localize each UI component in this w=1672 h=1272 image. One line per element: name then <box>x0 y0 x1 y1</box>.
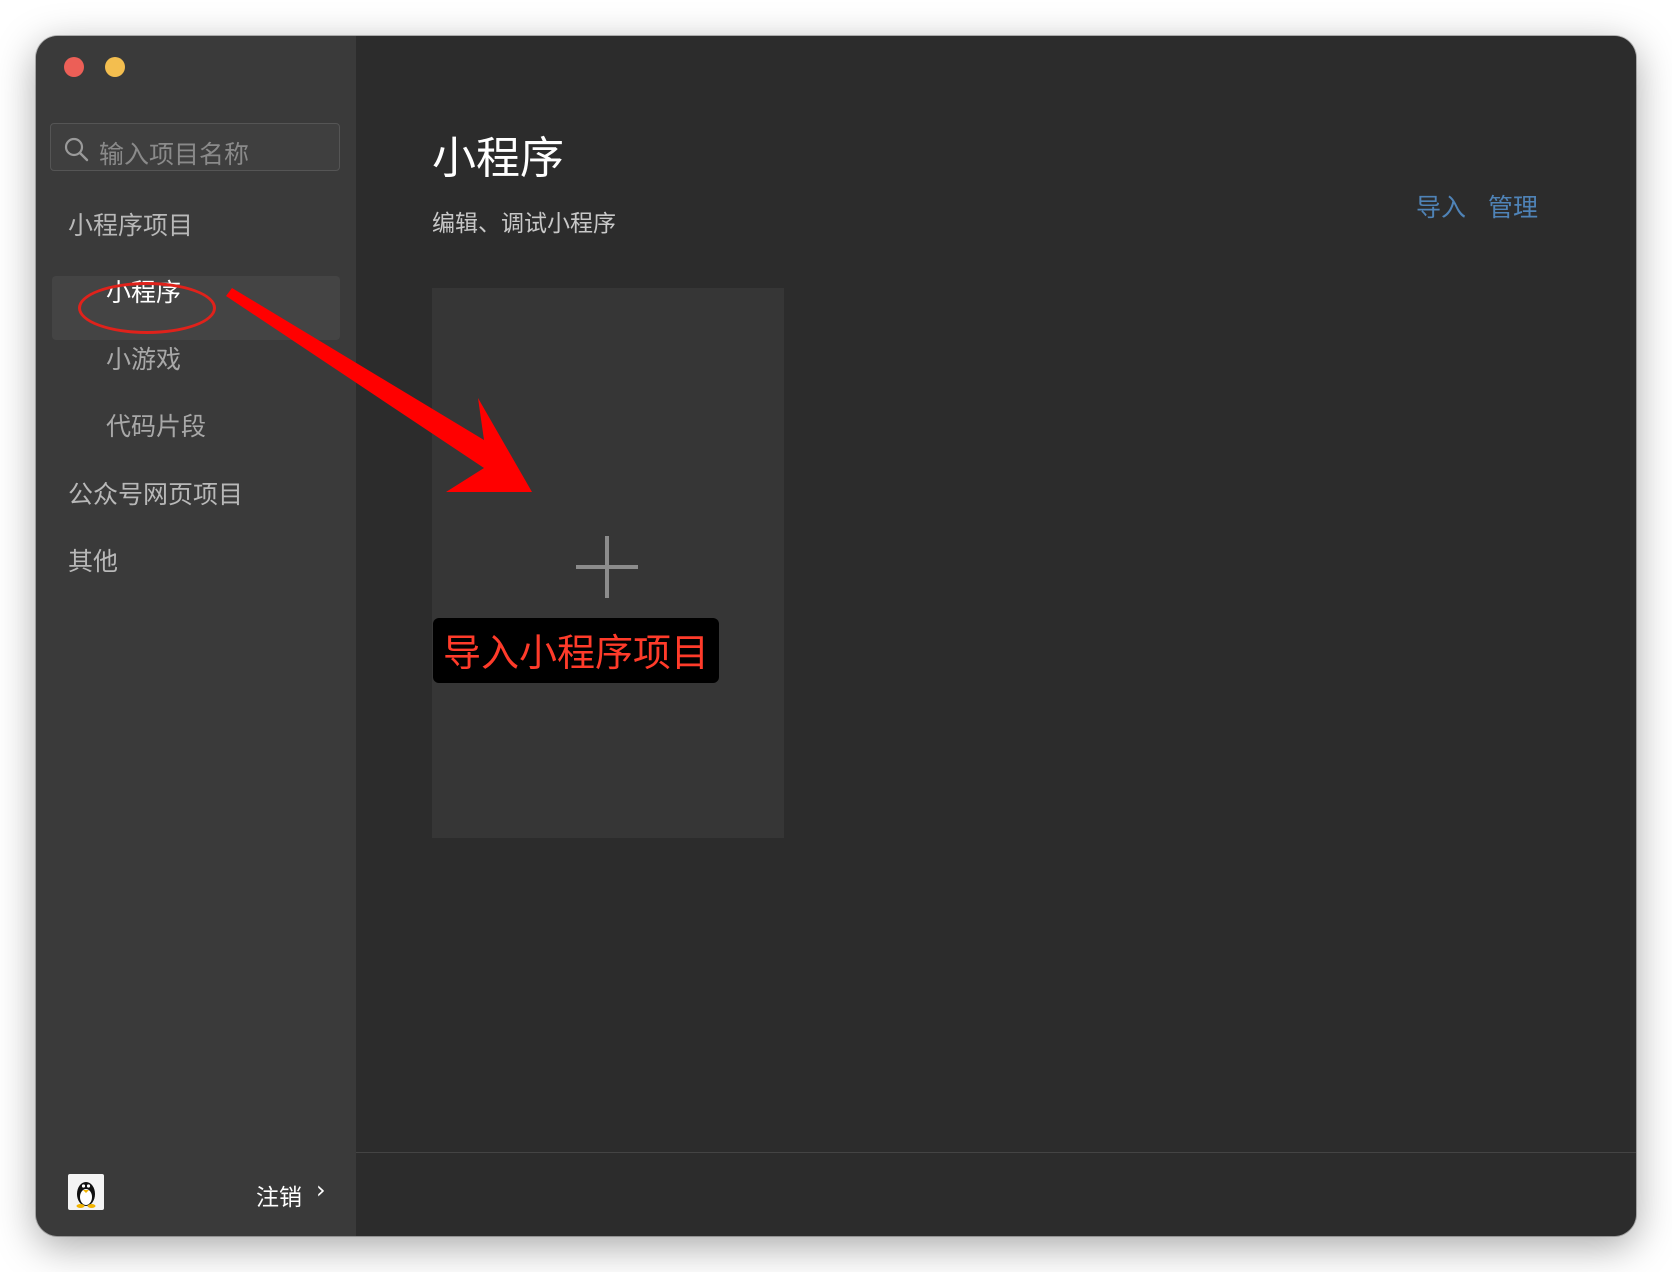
import-link[interactable]: 导入 <box>1416 188 1466 224</box>
search-icon <box>64 137 89 162</box>
add-project-card[interactable]: 导入小程序项目 <box>432 288 784 838</box>
nav-item-code-snippet[interactable]: 代码片段 <box>106 407 206 443</box>
annotation-ellipse <box>78 282 216 334</box>
search-placeholder: 输入项目名称 <box>99 140 250 169</box>
page-title: 小程序 <box>432 133 564 184</box>
main-content: 小程序 编辑、调试小程序 导入 管理 导入小程序项目 <box>356 36 1636 1236</box>
logout-button[interactable]: 注销 <box>256 1178 302 1212</box>
nav-item-minigame[interactable]: 小游戏 <box>106 340 181 376</box>
window-close-button[interactable] <box>64 57 84 77</box>
page-subtitle: 编辑、调试小程序 <box>432 211 616 237</box>
penguin-icon <box>76 1182 96 1208</box>
nav-group-official-account-web[interactable]: 公众号网页项目 <box>68 475 243 511</box>
window-minimize-button[interactable] <box>105 57 125 77</box>
manage-link[interactable]: 管理 <box>1488 188 1538 224</box>
main-footer <box>356 1152 1636 1236</box>
chevron-right-icon[interactable]: › <box>316 1176 326 1204</box>
import-miniprogram-callout: 导入小程序项目 <box>433 618 720 683</box>
search-input[interactable]: 输入项目名称 <box>50 123 340 171</box>
sidebar-footer: 注销 › <box>36 1152 356 1236</box>
sidebar: 输入项目名称 小程序项目 小程序 小游戏 代码片段 公众号网页项目 其他 注销 … <box>36 36 356 1236</box>
app-window: 输入项目名称 小程序项目 小程序 小游戏 代码片段 公众号网页项目 其他 注销 … <box>36 36 1636 1236</box>
avatar[interactable] <box>68 1174 104 1210</box>
nav-group-miniprogram-projects[interactable]: 小程序项目 <box>68 206 193 242</box>
plus-icon <box>576 536 638 598</box>
nav-group-other[interactable]: 其他 <box>68 542 118 578</box>
